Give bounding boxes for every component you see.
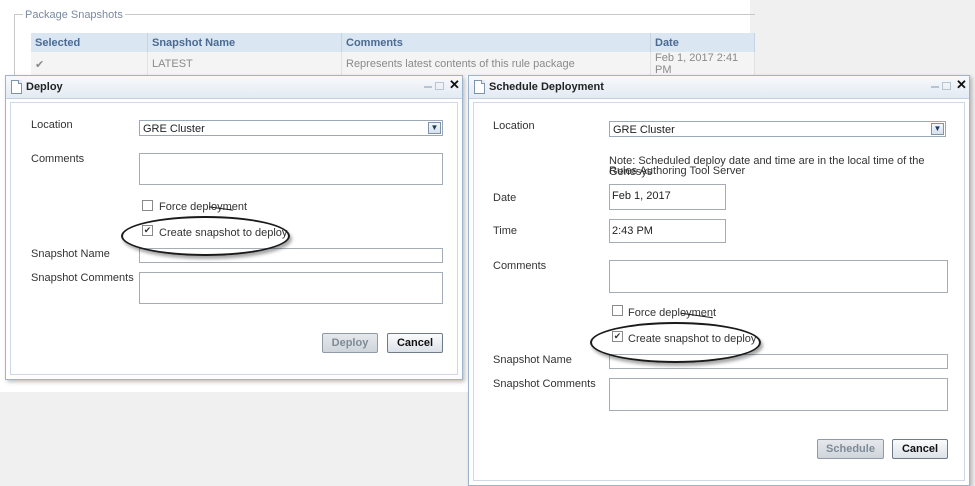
deploy-button[interactable]: Deploy — [322, 333, 378, 353]
page-icon — [474, 80, 485, 94]
table-row[interactable]: ✔ LATEST Represents latest contents of t… — [31, 52, 755, 76]
page-icon — [11, 80, 22, 94]
time-label: Time — [493, 225, 518, 237]
row-date: Feb 1, 2017 2:41 PM — [650, 52, 755, 76]
force-deployment-checkbox[interactable] — [612, 305, 623, 316]
minimize-icon[interactable] — [424, 81, 432, 88]
cancel-button[interactable]: Cancel — [892, 439, 948, 459]
time-field[interactable]: 2:43 PM — [609, 219, 726, 243]
comments-field[interactable] — [609, 260, 948, 293]
row-comments: Represents latest contents of this rule … — [341, 52, 651, 76]
location-select[interactable]: GRE Cluster ▼ — [139, 120, 443, 136]
schedule-note-line2: Rules Authoring Tool Server — [609, 165, 746, 177]
row-snapshot-name: LATEST — [147, 52, 342, 76]
minimize-icon[interactable] — [931, 81, 939, 88]
date-field[interactable]: Feb 1, 2017 — [609, 184, 726, 210]
column-header-snapshot-name[interactable]: Snapshot Name — [147, 33, 342, 52]
location-value: GRE Cluster — [143, 123, 205, 135]
comments-label: Comments — [31, 153, 85, 165]
deploy-dialog-title: Deploy — [26, 81, 63, 93]
chevron-down-icon[interactable]: ▼ — [428, 122, 441, 134]
schedule-deployment-dialog: Schedule Deployment ✕ Location GRE Clust… — [468, 75, 970, 486]
snapshots-table: Selected Snapshot Name Comments Date ✔ L… — [31, 33, 755, 76]
close-icon[interactable]: ✕ — [449, 78, 460, 92]
snapshot-comments-field[interactable] — [609, 378, 948, 411]
comments-field[interactable] — [139, 153, 443, 185]
location-select[interactable]: GRE Cluster ▼ — [609, 121, 946, 137]
snapshot-comments-label: Snapshot Comments — [31, 272, 134, 284]
force-deployment-label[interactable]: Force deployment — [159, 201, 247, 213]
force-deployment-checkbox[interactable] — [142, 200, 153, 211]
snapshot-name-label: Snapshot Name — [493, 354, 572, 366]
column-header-date[interactable]: Date — [650, 33, 755, 52]
chevron-down-icon[interactable]: ▼ — [931, 123, 944, 135]
snapshot-comments-field[interactable] — [139, 272, 443, 304]
location-label: Location — [31, 119, 73, 131]
highlight-ellipse — [121, 216, 290, 256]
schedule-button[interactable]: Schedule — [817, 439, 884, 459]
deploy-dialog-header[interactable]: Deploy ✕ — [6, 76, 462, 99]
highlight-ellipse — [590, 322, 761, 363]
schedule-dialog-body: Location GRE Cluster ▼ Note: Scheduled d… — [473, 102, 965, 481]
table-header-row: Selected Snapshot Name Comments Date — [31, 33, 755, 52]
schedule-dialog-header[interactable]: Schedule Deployment ✕ — [469, 76, 969, 99]
location-value: GRE Cluster — [613, 124, 675, 136]
row-selected-check[interactable]: ✔ — [31, 52, 148, 76]
maximize-icon[interactable] — [942, 82, 951, 90]
date-label: Date — [493, 192, 517, 204]
package-snapshots-legend: Package Snapshots — [23, 9, 125, 21]
column-header-comments[interactable]: Comments — [341, 33, 651, 52]
schedule-dialog-title: Schedule Deployment — [489, 81, 604, 93]
column-header-selected[interactable]: Selected — [31, 33, 148, 52]
snapshot-name-label: Snapshot Name — [31, 248, 110, 260]
snapshot-comments-label: Snapshot Comments — [493, 378, 596, 390]
force-deployment-label[interactable]: Force deployment — [628, 307, 716, 319]
close-icon[interactable]: ✕ — [956, 78, 967, 92]
comments-label: Comments — [493, 260, 547, 272]
maximize-icon[interactable] — [435, 82, 444, 90]
location-label: Location — [493, 120, 535, 132]
cancel-button[interactable]: Cancel — [387, 333, 443, 353]
